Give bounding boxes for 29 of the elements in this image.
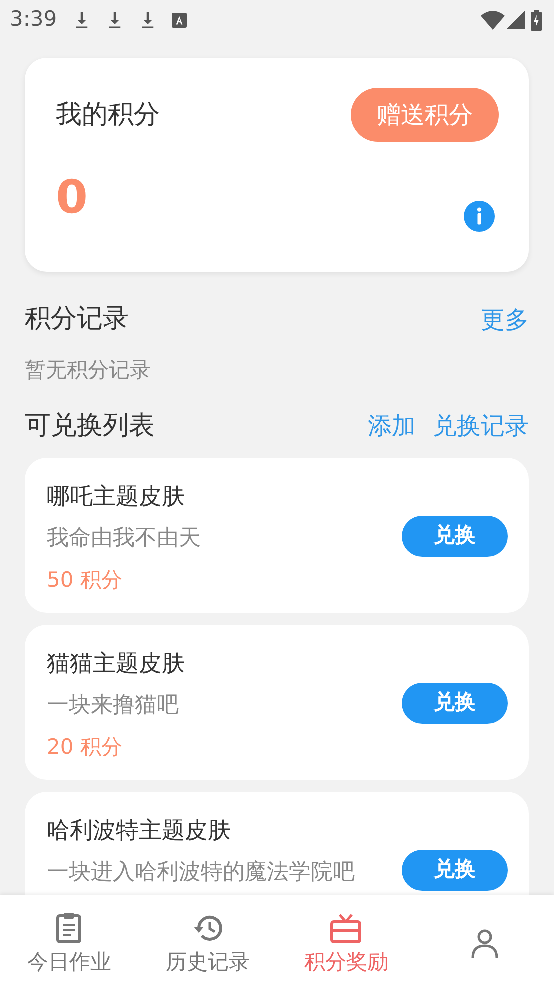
reward-description: 一块进入哈利波特的魔法学院吧: [47, 859, 356, 887]
redeem-button[interactable]: 兑换: [402, 516, 508, 556]
signal-icon: [507, 11, 525, 29]
redeem-button[interactable]: 兑换: [402, 682, 508, 724]
wifi-icon: [481, 10, 505, 30]
nav-tab[interactable]: 积分奖励: [277, 895, 416, 984]
reward-points: 50 积分: [47, 567, 124, 594]
reward-title: 猫猫主题皮肤: [47, 650, 186, 678]
battery-icon: [531, 10, 542, 30]
reward-description: 一块来撸猫吧: [47, 692, 180, 720]
section-title: 积分记录: [25, 303, 129, 336]
reward-points: 20 积分: [47, 734, 124, 761]
status-time: 3:39: [10, 6, 58, 34]
card-title: 我的积分: [56, 98, 160, 132]
points-value: 0: [56, 174, 88, 220]
notification-icon: [172, 12, 188, 28]
reward-title: 哪吒主题皮肤: [47, 482, 186, 512]
more-link[interactable]: 更多: [481, 302, 529, 338]
action-link[interactable]: 添加: [368, 408, 416, 444]
empty-message: 暂无积分记录: [25, 357, 152, 384]
reward-description: 我命由我不由天: [47, 525, 202, 553]
section-title: 可兑换列表: [25, 410, 156, 442]
redeem-button[interactable]: 兑换: [402, 850, 508, 890]
gift-points-button[interactable]: 赠送积分: [351, 88, 499, 142]
nav-tab[interactable]: 今日作业: [0, 895, 138, 984]
action-link[interactable]: 兑换记录: [433, 408, 529, 444]
info-icon: [464, 201, 495, 232]
nav-tab[interactable]: 历史记录: [138, 895, 277, 984]
reward-title: 哈利波特主题皮肤: [47, 816, 232, 846]
